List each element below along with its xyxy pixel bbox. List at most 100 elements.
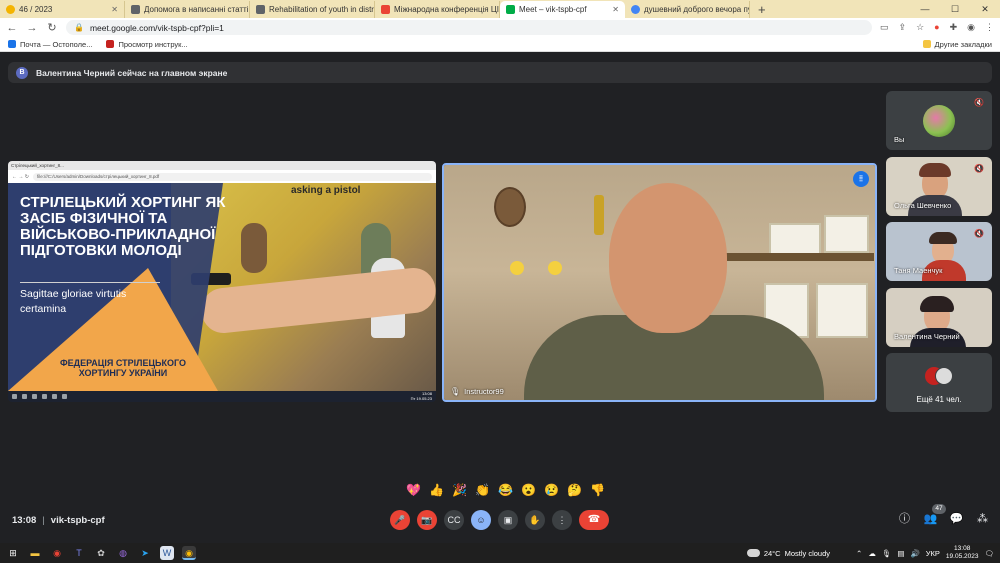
minimize-icon[interactable]: —: [910, 0, 940, 18]
participant-tile[interactable]: 🔇 Ольга Шевченко: [886, 157, 992, 216]
mic-tray-icon[interactable]: 🎙: [882, 549, 892, 558]
raise-hand-button[interactable]: ✋: [525, 510, 545, 530]
app-icon[interactable]: ✿: [94, 546, 108, 560]
reactions-button[interactable]: ☺: [471, 510, 491, 530]
temperature: 24°C: [763, 548, 781, 558]
system-tray: 24°C Mostly cloudy ⌃ ☁ 🎙 ▤ 🔊 УКР 13:08 1…: [746, 545, 994, 561]
tab-title: душевний доброго вечора пу...: [644, 5, 750, 14]
participant-tile[interactable]: 🔇 Таня Маенчук: [886, 222, 992, 281]
telegram-icon[interactable]: ➤: [138, 546, 152, 560]
browser-tab[interactable]: Допомога в написанні статті✕: [125, 1, 250, 18]
present-button[interactable]: ▣: [498, 510, 518, 530]
more-participants-tile[interactable]: Ещё 41 чел.: [886, 353, 992, 412]
system-clock[interactable]: 13:08 19.05.2023: [946, 545, 979, 561]
mic-off-button[interactable]: 🎤: [390, 510, 410, 530]
slide-subtitle-line: certamina: [20, 303, 67, 315]
os-taskbar: ⊞ ▬ ◉ T ✿ ◍ ➤ W ◉ 24°C Mostly cloudy ⌃ ☁…: [0, 543, 1000, 563]
browser-tab[interactable]: 46 / 2023 ✕: [0, 1, 125, 18]
shared-app-icon: [22, 394, 27, 399]
leave-call-button[interactable]: ☎: [579, 510, 609, 530]
meeting-info: 13:08 | vik-tspb-cpf: [12, 515, 105, 526]
chrome-active-icon[interactable]: ◉: [182, 546, 196, 560]
cloud-icon: [746, 549, 760, 557]
mail-icon: [8, 40, 16, 48]
surprised-reaction-icon[interactable]: 😮: [520, 483, 537, 497]
heart-reaction-icon[interactable]: 💖: [405, 483, 422, 497]
close-tab-icon[interactable]: ✕: [111, 5, 118, 14]
slide-divider: [20, 282, 160, 283]
wall-plaque: [824, 215, 869, 253]
tab-title: Rehabilitation of youth in distress: [269, 5, 375, 14]
activities-icon[interactable]: ⁂: [975, 512, 990, 527]
more-options-button[interactable]: ⋮: [552, 510, 572, 530]
browser-tab[interactable]: Rehabilitation of youth in distress✕: [250, 1, 375, 18]
bookmark-star-icon[interactable]: ☆: [916, 22, 924, 33]
close-tab-icon[interactable]: ✕: [612, 5, 619, 14]
clap-reaction-icon[interactable]: 👏: [474, 483, 491, 497]
participant-tile[interactable]: Валентина Черний: [886, 288, 992, 347]
cloud-sync-icon[interactable]: ☁: [868, 549, 876, 558]
people-icon[interactable]: 👥: [923, 512, 938, 527]
browser-tab[interactable]: Міжнародна конференція ЦІЗ✕: [375, 1, 500, 18]
notification-icon[interactable]: 🗨: [984, 549, 994, 558]
mic-off-icon: 🔇: [974, 164, 984, 173]
thumbs-up-reaction-icon[interactable]: 👍: [428, 483, 445, 497]
slide-title: СТРІЛЕЦЬКИЙ ХОРТИНГ ЯК ЗАСІБ ФІЗИЧНОЇ ТА…: [20, 194, 226, 259]
file-explorer-icon[interactable]: ▬: [28, 546, 42, 560]
camera-permission-icon[interactable]: ▭: [880, 22, 889, 33]
profile-avatar-icon[interactable]: ◉: [967, 22, 975, 33]
sad-reaction-icon[interactable]: 😢: [543, 483, 560, 497]
captions-button[interactable]: CC: [444, 510, 464, 530]
mic-icon: 🎙: [450, 387, 461, 396]
menu-icon[interactable]: ⋮: [985, 22, 994, 33]
chrome-icon[interactable]: ◉: [50, 546, 64, 560]
slide-subtitle: Sagittae gloriae virtutis certamina: [20, 287, 126, 317]
bookmark-item[interactable]: Просмотр инструк...: [106, 40, 188, 49]
chevron-up-icon[interactable]: ⌃: [856, 549, 862, 558]
forward-icon[interactable]: →: [26, 22, 38, 34]
reload-icon[interactable]: ↻: [46, 21, 58, 34]
browser-tab-active[interactable]: Meet – vik-tspb-cpf ✕: [500, 1, 625, 18]
network-icon[interactable]: ▤: [897, 549, 904, 558]
share-icon[interactable]: ⇪: [899, 22, 907, 33]
volume-icon[interactable]: 🔊: [910, 549, 919, 558]
tab-favicon: [6, 5, 15, 14]
close-window-icon[interactable]: ✕: [970, 0, 1000, 18]
teams-icon[interactable]: T: [72, 546, 86, 560]
maximize-icon[interactable]: ☐: [940, 0, 970, 18]
party-reaction-icon[interactable]: 🎉: [451, 483, 468, 497]
call-controls: 🎤 📷 CC ☺ ▣ ✋ ⋮ ☎: [390, 510, 609, 530]
weather-widget[interactable]: 24°C Mostly cloudy: [746, 548, 830, 558]
bookmark-item[interactable]: Почта — Остополе...: [8, 40, 92, 49]
camera-off-button[interactable]: 📷: [417, 510, 437, 530]
chat-icon[interactable]: 💬: [949, 512, 964, 527]
windows-start-icon[interactable]: ⊞: [6, 546, 20, 560]
participant-tile-self[interactable]: 🔇 Вы: [886, 91, 992, 150]
more-avatars: [925, 367, 953, 385]
word-icon[interactable]: W: [160, 546, 174, 560]
laugh-reaction-icon[interactable]: 😂: [497, 483, 514, 497]
other-bookmarks[interactable]: Другие закладки: [922, 40, 992, 49]
trophy-figure: [594, 195, 604, 235]
active-speaker-tile[interactable]: ⦙⦙ 🎙 Instructor99: [442, 163, 877, 402]
language-indicator[interactable]: УКР: [926, 549, 940, 558]
smiley-figure: [510, 261, 524, 275]
extension-icon[interactable]: ●: [934, 22, 939, 33]
viber-icon[interactable]: ◍: [116, 546, 130, 560]
browser-tab-strip: 46 / 2023✕ Допомога в написанні статті✕ …: [0, 0, 1000, 18]
speaker-background: [444, 165, 875, 400]
info-icon[interactable]: ⓘ: [897, 512, 912, 527]
new-tab-button[interactable]: +: [750, 1, 774, 18]
participant-name: Вы: [894, 135, 905, 144]
back-icon[interactable]: ←: [6, 22, 18, 34]
shared-screen-tile[interactable]: Стрілецький_хортинг_8... ← → ↻ file:///C:…: [8, 161, 436, 402]
address-bar[interactable]: 🔒 meet.google.com/vik-tspb-cpf?pli=1: [66, 20, 873, 35]
url-text: meet.google.com/vik-tspb-cpf?pli=1: [89, 22, 224, 33]
thumbs-down-reaction-icon[interactable]: 👎: [589, 483, 606, 497]
extensions-puzzle-icon[interactable]: ✚: [950, 22, 958, 33]
browser-tab[interactable]: душевний доброго вечора пу...✕: [625, 1, 750, 18]
more-participants-label: Ещё 41 чел.: [916, 395, 962, 404]
tab-favicon: [256, 5, 265, 14]
thinking-reaction-icon[interactable]: 🤔: [566, 483, 583, 497]
lock-icon[interactable]: 🔒: [74, 23, 84, 32]
